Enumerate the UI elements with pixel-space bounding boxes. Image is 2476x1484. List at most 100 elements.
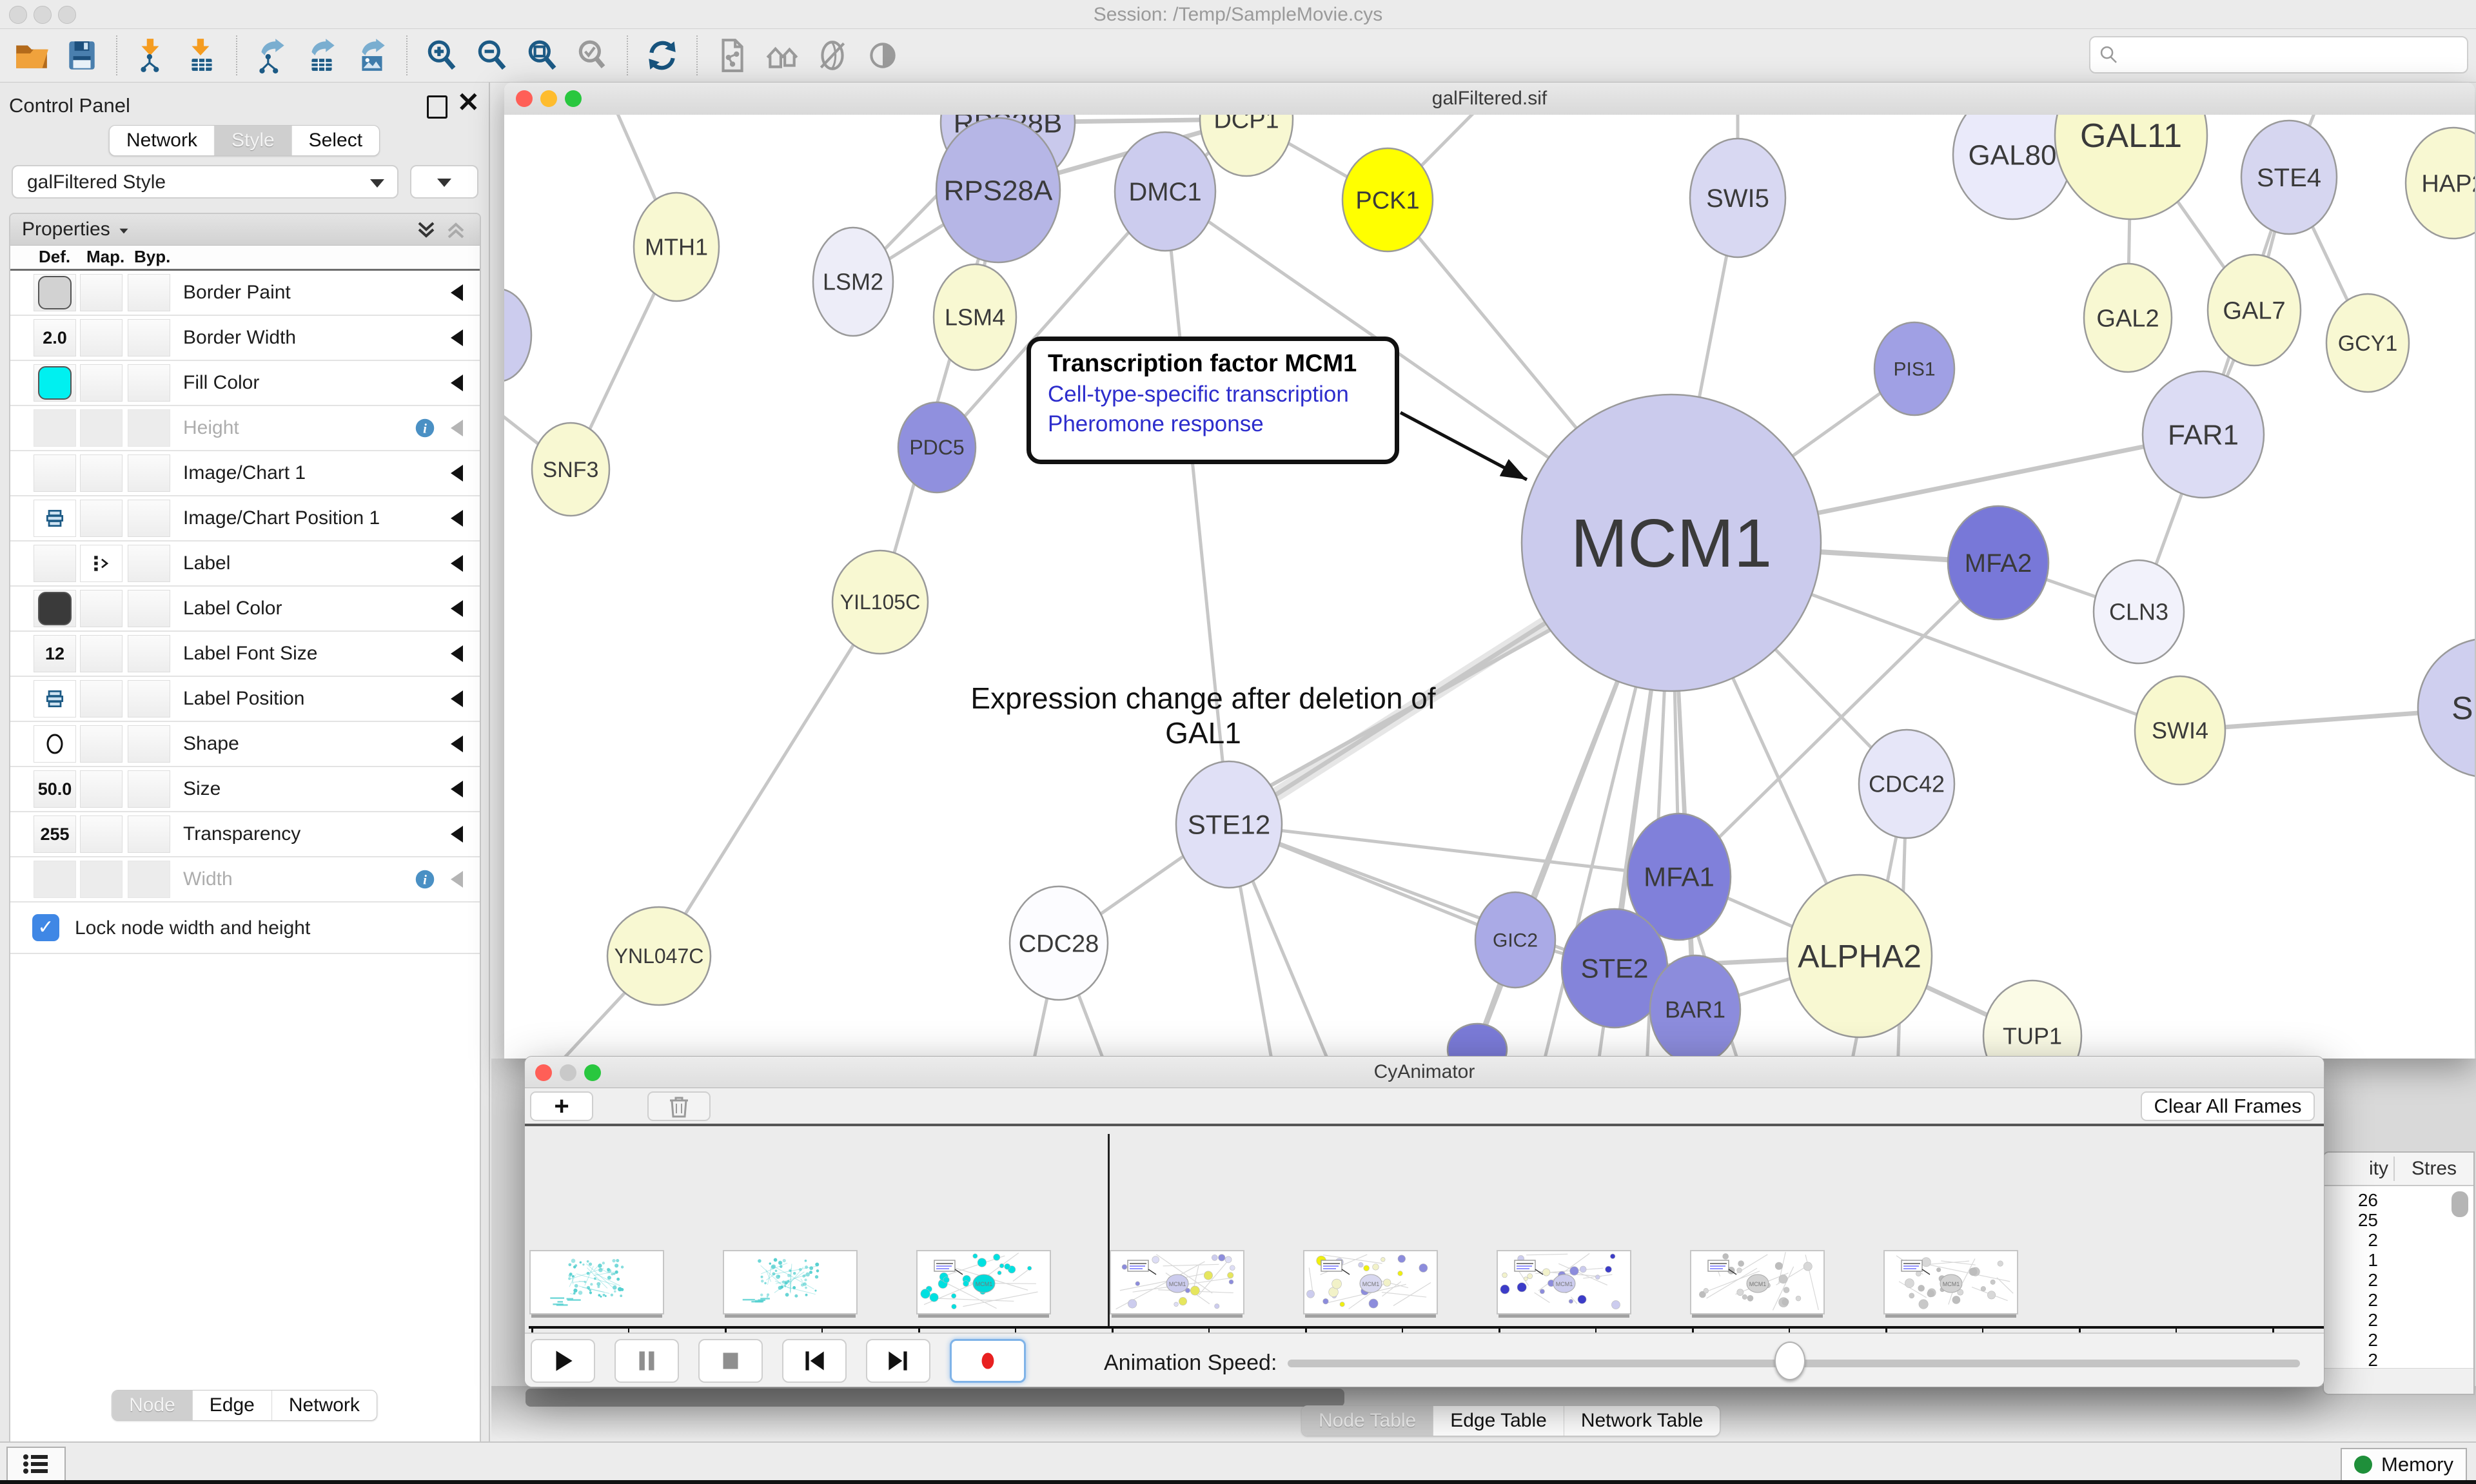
search-input[interactable] — [2127, 43, 2461, 66]
node-GAL7[interactable]: GAL7 — [2208, 255, 2301, 366]
bypass-cell[interactable] — [128, 364, 170, 402]
default-value-cell[interactable] — [34, 680, 76, 718]
tab-network-table[interactable]: Network Table — [1564, 1406, 1720, 1436]
import-table-button[interactable] — [181, 34, 223, 77]
export-network-button[interactable] — [250, 34, 293, 77]
skip-end-button[interactable] — [866, 1339, 930, 1383]
table-cell[interactable]: 26 — [2323, 1190, 2378, 1211]
node-CDC42[interactable]: CDC42 — [1859, 730, 1954, 838]
animation-frame-3[interactable]: MCM1 — [916, 1250, 1051, 1314]
bypass-cell[interactable] — [128, 319, 170, 356]
open-folder-button[interactable] — [10, 34, 53, 77]
property-row-size[interactable]: 50.0Size — [10, 767, 480, 812]
info-icon[interactable]: i — [413, 867, 437, 892]
zoom-selected-button[interactable] — [571, 34, 614, 77]
table-cell[interactable]: 2 — [2323, 1290, 2378, 1311]
property-row-image-chart-position-1[interactable]: Image/Chart Position 1 — [10, 496, 480, 542]
play-button[interactable] — [531, 1339, 595, 1383]
properties-header[interactable]: Properties — [10, 214, 480, 246]
bypass-cell[interactable] — [128, 680, 170, 718]
show-graphics-button[interactable] — [861, 34, 904, 77]
node-STE12[interactable]: STE12 — [1176, 761, 1282, 888]
annotation-box[interactable]: Transcription factor MCM1 Cell-type-spec… — [1027, 337, 1399, 464]
node-LSM2[interactable]: LSM2 — [813, 228, 893, 336]
record-button[interactable] — [950, 1339, 1026, 1383]
expand-all-icon[interactable] — [415, 219, 437, 241]
node-SWI4[interactable]: SWI4 — [2135, 676, 2225, 785]
tab-node-table[interactable]: Node Table — [1302, 1406, 1433, 1436]
mapping-cell[interactable] — [80, 725, 123, 763]
expand-row-icon[interactable] — [451, 555, 463, 572]
expand-row-icon[interactable] — [451, 375, 463, 391]
default-value-cell[interactable] — [34, 274, 76, 311]
node-STE4[interactable]: STE4 — [2241, 121, 2337, 234]
column-divider[interactable] — [2393, 1157, 2395, 1181]
cyanimator-titlebar[interactable]: CyAnimator — [525, 1057, 2324, 1088]
property-row-label[interactable]: Label — [10, 542, 480, 587]
add-frame-button[interactable]: + — [530, 1091, 593, 1121]
expand-row-icon[interactable] — [451, 645, 463, 662]
float-panel-icon[interactable] — [427, 95, 447, 119]
pause-button[interactable] — [614, 1339, 679, 1383]
column-header-ity[interactable]: ity — [2369, 1158, 2388, 1180]
timeline[interactable]: 0123456789 MCM1MCM1MCM1MCM1MCM1MCM1 Seco… — [525, 1126, 2324, 1333]
bypass-cell[interactable] — [128, 500, 170, 537]
default-value-cell[interactable] — [34, 500, 76, 537]
expand-row-icon[interactable] — [451, 510, 463, 527]
expand-row-icon[interactable] — [451, 690, 463, 707]
node-TUP1[interactable]: TUP1 — [1983, 981, 2081, 1059]
mapping-cell[interactable] — [80, 454, 123, 492]
node-MTH1[interactable]: MTH1 — [634, 193, 719, 301]
bypass-cell[interactable] — [128, 274, 170, 311]
collapse-all-icon[interactable] — [445, 219, 467, 241]
default-value-cell[interactable]: 12 — [34, 635, 76, 672]
node-SLIVER[interactable] — [504, 289, 531, 382]
node-NODEB[interactable] — [1448, 1024, 1507, 1059]
close-panel-icon[interactable]: ✕ — [457, 89, 480, 116]
home-button[interactable] — [761, 34, 803, 77]
default-value-cell[interactable] — [34, 725, 76, 763]
property-row-label-color[interactable]: Label Color — [10, 587, 480, 632]
mapping-cell[interactable] — [80, 635, 123, 672]
expand-row-icon[interactable] — [451, 826, 463, 843]
hide-graphics-button[interactable] — [811, 34, 854, 77]
mapping-cell[interactable] — [80, 590, 123, 627]
animation-frame-5[interactable]: MCM1 — [1303, 1250, 1438, 1314]
import-network-button[interactable] — [130, 34, 173, 77]
bypass-cell[interactable] — [128, 815, 170, 853]
table-cell[interactable]: 2 — [2323, 1270, 2378, 1291]
style-options-button[interactable] — [410, 165, 478, 199]
zoom-out-button[interactable] — [471, 34, 513, 77]
table-cell[interactable]: 2 — [2323, 1310, 2378, 1331]
node-PIS1[interactable]: PIS1 — [1874, 322, 1954, 415]
node-GAL11[interactable]: GAL11 — [2055, 115, 2207, 219]
property-row-height[interactable]: Heighti — [10, 406, 480, 451]
default-value-cell[interactable] — [34, 861, 76, 898]
network-caption[interactable]: Expression change after deletion of GAL1 — [945, 681, 1461, 750]
node-CDC28[interactable]: CDC28 — [1010, 886, 1108, 1000]
property-row-label-position[interactable]: Label Position — [10, 677, 480, 722]
default-value-cell[interactable] — [34, 364, 76, 402]
network-file-button[interactable] — [711, 34, 753, 77]
table-cell[interactable]: 2 — [2323, 1330, 2378, 1351]
bypass-cell[interactable] — [128, 545, 170, 582]
default-value-cell[interactable] — [34, 454, 76, 492]
property-row-shape[interactable]: Shape — [10, 722, 480, 767]
annotation-link[interactable]: Pheromone response — [1048, 411, 1395, 437]
lock-checkbox[interactable]: ✓ — [32, 914, 59, 941]
property-row-label-font-size[interactable]: 12Label Font Size — [10, 632, 480, 677]
mapping-cell[interactable] — [80, 815, 123, 853]
bypass-cell[interactable] — [128, 770, 170, 808]
mapping-cell[interactable] — [80, 364, 123, 402]
skip-start-button[interactable] — [782, 1339, 847, 1383]
node-MFA2[interactable]: MFA2 — [1948, 506, 2049, 620]
node-MCM1[interactable]: MCM1 — [1522, 395, 1821, 691]
tab-select[interactable]: Select — [291, 126, 379, 155]
zoom-in-button[interactable] — [420, 34, 463, 77]
bypass-cell[interactable] — [128, 454, 170, 492]
bypass-cell[interactable] — [128, 725, 170, 763]
animation-frame-1[interactable] — [529, 1250, 664, 1314]
node-DCP1[interactable]: DCP1 — [1200, 115, 1293, 176]
expand-row-icon[interactable] — [451, 600, 463, 617]
mapping-cell[interactable] — [80, 770, 123, 808]
